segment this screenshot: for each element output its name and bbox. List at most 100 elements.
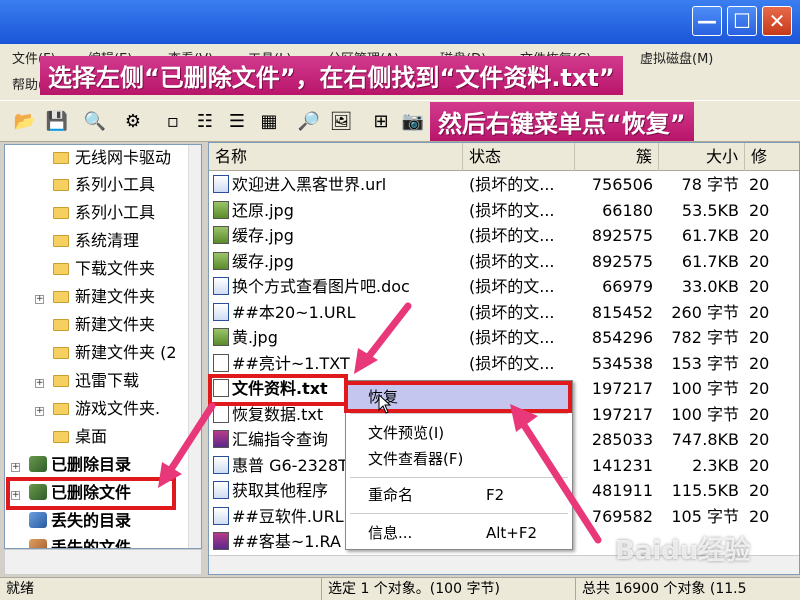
cell-modified: 20 [749,430,770,449]
tree-item-lost-dirs[interactable]: 丢失的目录 [29,508,131,534]
tree-item[interactable]: 系列小工具 [53,172,155,198]
search-icon [29,539,47,548]
status-bar: 就绪 选定 1 个对象。(100 字节) 总共 16900 个对象 (11.5 [0,577,800,600]
cell-name: ##亮计~1.TXT [213,351,463,376]
close-button[interactable]: ✕ [762,6,792,36]
tree-item-deleted-dirs[interactable]: 已删除目录 [29,452,131,478]
menu-virtual-disk[interactable]: 虚拟磁盘(M) [640,48,713,67]
gear-icon[interactable]: ⚙ [120,107,146,135]
cell-cluster: 197217 [591,379,653,398]
view-grid-icon[interactable]: ▦ [256,107,282,135]
column-size[interactable]: 大小 [659,143,745,171]
file-icon [213,379,229,397]
file-icon [213,277,229,295]
table-row[interactable]: 还原.jpg (损坏的文... 66180 53.5KB 20 [209,198,799,224]
tree-item[interactable]: 新建文件夹 [53,312,155,338]
tree-item[interactable]: 新建文件夹 [53,284,155,310]
cell-name: 欢迎进入黑客世界.url [213,172,463,197]
tree-item[interactable]: 系列小工具 [53,200,155,226]
watermark: Baidu经验 [615,536,751,566]
folder-icon [53,403,69,415]
cell-name: 还原.jpg [213,198,463,223]
camera-icon[interactable]: 📷 [400,107,426,135]
preview-icon[interactable]: 🖼 [328,107,354,135]
cell-cluster: 892575 [591,226,653,245]
view-list-icon[interactable]: ☷ [192,107,218,135]
cell-modified: 20 [749,328,770,347]
cell-size: 115.5KB [671,481,739,500]
cell-modified: 20 [749,200,770,220]
file-icon [213,175,229,193]
cell-modified: 20 [749,251,770,271]
add-window-icon[interactable]: ⊞ [368,107,394,135]
file-icon [213,226,229,244]
cell-size: 61.7KB [681,226,739,245]
cell-size: 153 字节 [671,353,739,373]
recycle-icon [29,484,47,500]
cell-size: 53.5KB [681,200,739,220]
mouse-cursor-icon [378,394,392,414]
folder-icon [53,152,69,164]
tree-item[interactable]: 游戏文件夹. [53,396,160,422]
cell-size: 2.3KB [692,455,739,475]
cell-size: 100 字节 [671,404,739,424]
cell-name: 换个方式查看图片吧.doc [213,274,463,299]
cell-cluster: 892575 [591,251,653,271]
expand-toggle[interactable]: + [35,295,44,304]
table-row[interactable]: 欢迎进入黑客世界.url (损坏的文... 756506 78 字节 20 [209,172,799,198]
file-icon [213,328,229,346]
table-row[interactable]: 缓存.jpg (损坏的文... 892575 61.7KB 20 [209,223,799,249]
cell-modified: 20 [749,175,770,194]
cell-status: (损坏的文... [469,302,555,322]
expand-toggle[interactable]: + [11,491,20,500]
file-icon [213,302,229,321]
column-status[interactable]: 状态 [463,143,575,171]
table-row[interactable]: ##亮计~1.TXT (损坏的文... 534538 153 字节 20 [209,351,799,377]
cell-status: (损坏的文... [469,328,555,347]
expand-toggle[interactable]: + [35,407,44,416]
search-icon[interactable]: 🔍 [82,107,108,135]
column-modified[interactable]: 修 [745,143,799,171]
minimize-button[interactable]: — [692,6,722,36]
file-icon [213,200,229,219]
file-icon [213,353,229,372]
expand-toggle[interactable]: + [11,463,20,472]
tree-item-deleted-files[interactable]: 已删除文件 [29,480,131,506]
save-icon[interactable]: 💾 [44,107,70,135]
tree-item[interactable]: 下载文件夹 [53,256,155,282]
column-cluster[interactable]: 簇 [575,143,659,171]
file-icon [213,251,229,270]
table-row[interactable]: 缓存.jpg (损坏的文... 892575 61.7KB 20 [209,249,799,275]
cell-status: (损坏的文... [469,175,555,194]
tree-item[interactable]: 迅雷下载 [53,368,139,394]
arrow-icon [354,302,412,374]
search-icon [29,512,47,528]
cell-name: 黄.jpg [213,325,463,350]
view-details-icon[interactable]: ☰ [224,107,250,135]
expand-toggle[interactable]: + [35,379,44,388]
column-name[interactable]: 名称 [209,143,463,171]
table-row[interactable]: 换个方式查看图片吧.doc (损坏的文... 66979 33.0KB 20 [209,274,799,300]
file-icon [213,532,229,550]
folder-icon [53,179,69,191]
tree-item[interactable]: 系统清理 [53,228,139,254]
zoom-icon[interactable]: 🔎 [296,107,322,135]
tree-item[interactable]: 新建文件夹 (2 [53,340,177,366]
open-icon[interactable]: 📂 [12,107,38,135]
cell-size: 33.0KB [681,277,739,296]
cell-status: (损坏的文... [469,251,555,271]
cell-modified: 20 [749,481,770,500]
cell-size: 105 字节 [671,506,739,526]
tree-item-lost-files[interactable]: 丢失的文件 [29,535,131,548]
status-ready: 就绪 [0,578,322,600]
table-row[interactable]: ##本20~1.URL (损坏的文... 815452 260 字节 20 [209,300,799,326]
table-row[interactable]: 黄.jpg (损坏的文... 854296 782 字节 20 [209,325,799,351]
maximize-button[interactable]: ☐ [727,6,757,36]
view-small-icon[interactable]: ▫ [160,107,186,135]
cell-name: 缓存.jpg [213,249,463,274]
folder-icon [53,347,69,359]
tree-horizontal-scrollbar[interactable] [4,549,202,575]
tree-item[interactable]: 桌面 [53,424,107,450]
tree-item[interactable]: 无线网卡驱动 [53,145,171,171]
title-bar: — ☐ ✕ [0,0,800,44]
